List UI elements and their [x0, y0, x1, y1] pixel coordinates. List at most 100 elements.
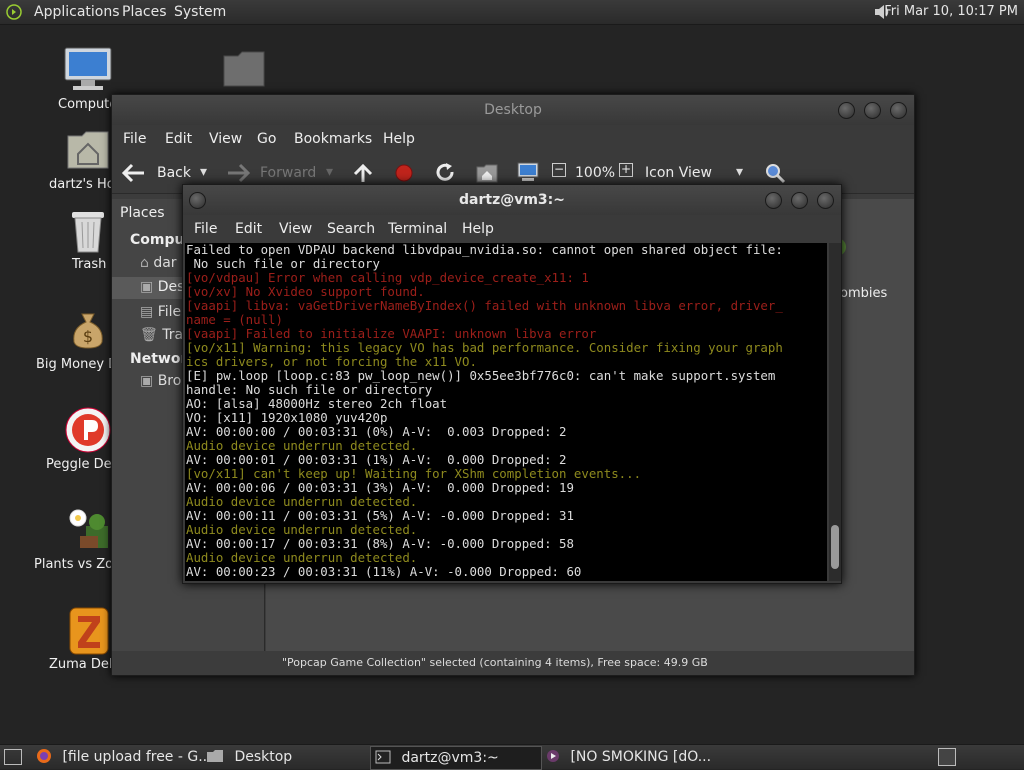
forward-dropdown-icon[interactable]: ▾ — [326, 164, 333, 180]
reload-icon[interactable] — [434, 162, 456, 184]
terminal-line: Audio device underrun detected. — [186, 550, 418, 565]
search-icon[interactable] — [764, 162, 786, 184]
maximize-button[interactable] — [864, 102, 881, 119]
computer-icon — [64, 47, 112, 90]
top-panel: Applications Places System Fri Mar 10, 1… — [0, 0, 1024, 25]
back-arrow-icon[interactable] — [122, 163, 146, 183]
clock[interactable]: Fri Mar 10, 10:17 PM — [884, 4, 1018, 19]
menu-view[interactable]: View — [279, 221, 312, 237]
stop-icon[interactable] — [394, 163, 414, 183]
distro-logo-icon[interactable] — [6, 4, 22, 20]
window-menu-button[interactable] — [189, 192, 206, 209]
back-dropdown-icon[interactable]: ▾ — [200, 164, 207, 180]
terminal-scrollbar[interactable] — [829, 243, 841, 581]
folder-icon[interactable] — [222, 50, 266, 88]
scrollbar-thumb[interactable] — [831, 525, 839, 569]
minimize-button[interactable] — [765, 192, 782, 209]
terminal-line: ics drivers, or not forcing the x11 VO. — [186, 354, 477, 369]
bottom-panel: [file upload free - G... Desktop dartz@v… — [0, 744, 1024, 770]
maximize-button[interactable] — [791, 192, 808, 209]
terminal-icon — [375, 750, 391, 764]
terminal-line: VO: [x11] 1920x1080 yuv420p — [186, 410, 388, 425]
menu-terminal[interactable]: Terminal — [388, 221, 447, 237]
forward-button[interactable]: Forward — [260, 165, 316, 181]
terminal-line: AV: 00:00:00 / 00:03:31 (0%) A-V: 0.003 … — [186, 424, 567, 439]
taskbar-item-media-player[interactable]: [NO SMOKING [dO... — [546, 746, 716, 768]
computer-icon[interactable] — [516, 161, 540, 183]
show-desktop-icon[interactable] — [4, 749, 22, 765]
system-menu[interactable]: System — [174, 4, 226, 20]
workspace-switcher[interactable] — [938, 748, 956, 766]
file-manager-titlebar[interactable]: Desktop — [112, 95, 914, 125]
view-mode-select[interactable]: Icon View — [645, 165, 712, 181]
terminal-line: AV: 00:00:23 / 00:03:31 (11%) A-V: -0.00… — [186, 564, 582, 579]
terminal-line: [vo/x11] can't keep up! Waiting for XShm… — [186, 466, 642, 481]
taskbar-item-browser[interactable]: [file upload free - G... — [36, 746, 212, 768]
sidebar-item-home[interactable]: ⌂ dar — [140, 255, 177, 271]
trash-icon — [72, 212, 104, 253]
peggle-icon — [65, 407, 111, 453]
menu-edit[interactable]: Edit — [165, 131, 192, 147]
terminal-window[interactable]: dartz@vm3:~ File Edit View Search Termin… — [182, 184, 842, 584]
minimize-button[interactable] — [838, 102, 855, 119]
terminal-line: [E] pw.loop [loop.c:83 pw_loop_new()] 0x… — [186, 368, 776, 383]
sidebar-item-filesystem[interactable]: ▤ File — [140, 304, 181, 320]
places-menu[interactable]: Places — [122, 4, 167, 20]
forward-arrow-icon[interactable] — [226, 163, 250, 183]
home-folder-icon — [67, 131, 109, 169]
menu-edit[interactable]: Edit — [235, 221, 262, 237]
firefox-icon — [37, 749, 51, 763]
terminal-output[interactable]: Failed to open VDPAU backend libvdpau_nv… — [185, 243, 827, 581]
terminal-line: AV: 00:00:06 / 00:03:31 (3%) A-V: 0.000 … — [186, 480, 574, 495]
applications-menu[interactable]: Applications — [34, 4, 120, 20]
close-button[interactable] — [890, 102, 907, 119]
terminal-line: No such file or directory — [186, 256, 380, 271]
menu-search[interactable]: Search — [327, 221, 375, 237]
menu-bookmarks[interactable]: Bookmarks — [294, 131, 372, 147]
status-text: "Popcap Game Collection" selected (conta… — [282, 656, 708, 669]
media-player-icon — [547, 750, 559, 762]
terminal-titlebar[interactable]: dartz@vm3:~ — [183, 185, 841, 215]
file-manager-title: Desktop — [484, 102, 542, 118]
desktop-icon-plants-vs-zombies[interactable] — [66, 506, 112, 552]
zoom-out-icon[interactable]: − — [552, 163, 566, 177]
file-manager-menubar: File Edit View Go Bookmarks Help — [112, 125, 914, 153]
taskbar-item-desktop[interactable]: Desktop — [206, 746, 366, 768]
desktop-label-computer: Compute — [58, 97, 118, 112]
svg-text:$: $ — [83, 327, 93, 346]
menu-file[interactable]: File — [123, 131, 146, 147]
zoom-in-icon[interactable]: + — [619, 163, 633, 177]
back-button[interactable]: Back — [157, 165, 191, 181]
sidebar-item-trash[interactable]: 🗑 Tra — [140, 327, 183, 343]
desktop-icon-home[interactable] — [66, 128, 110, 170]
desktop-icon-computer[interactable] — [62, 46, 114, 92]
zoom-level: 100% — [575, 165, 616, 181]
taskbar-item-terminal[interactable]: dartz@vm3:~ — [370, 746, 542, 770]
sidebar-item-browse-network[interactable]: ▣ Bro — [140, 373, 181, 389]
terminal-line: AV: 00:00:11 / 00:03:31 (5%) A-V: -0.000… — [186, 508, 574, 523]
menu-help[interactable]: Help — [383, 131, 415, 147]
desktop-icon-zuma[interactable] — [68, 606, 110, 656]
menu-go[interactable]: Go — [257, 131, 276, 147]
desktop-label-plants-vs-zombies: Plants vs Zor — [34, 557, 119, 572]
file-item-label[interactable]: ombies — [840, 286, 887, 301]
close-button[interactable] — [817, 192, 834, 209]
terminal-menubar: File Edit View Search Terminal Help — [183, 215, 841, 243]
menu-view[interactable]: View — [209, 131, 242, 147]
terminal-line: AV: 00:00:17 / 00:03:31 (8%) A-V: -0.000… — [186, 536, 574, 551]
terminal-line: [vaapi] libva: vaGetDriverNameByIndex() … — [186, 298, 783, 313]
home-icon[interactable] — [476, 163, 498, 183]
menu-file[interactable]: File — [194, 221, 217, 237]
status-bar: "Popcap Game Collection" selected (conta… — [112, 651, 914, 675]
money-bag-icon: $ — [73, 313, 103, 349]
desktop-icon-peggle[interactable] — [64, 406, 112, 454]
view-mode-dropdown-icon[interactable]: ▾ — [736, 164, 743, 180]
menu-help[interactable]: Help — [462, 221, 494, 237]
desktop-icon-trash[interactable] — [68, 208, 108, 254]
terminal-line: Audio device underrun detected. — [186, 494, 418, 509]
plants-vs-zombies-icon — [69, 509, 108, 548]
up-arrow-icon[interactable] — [352, 162, 374, 184]
desktop-icon-big-money[interactable]: $ — [68, 310, 108, 350]
sidebar-header[interactable]: Places — [120, 205, 165, 221]
zuma-icon — [69, 607, 109, 655]
